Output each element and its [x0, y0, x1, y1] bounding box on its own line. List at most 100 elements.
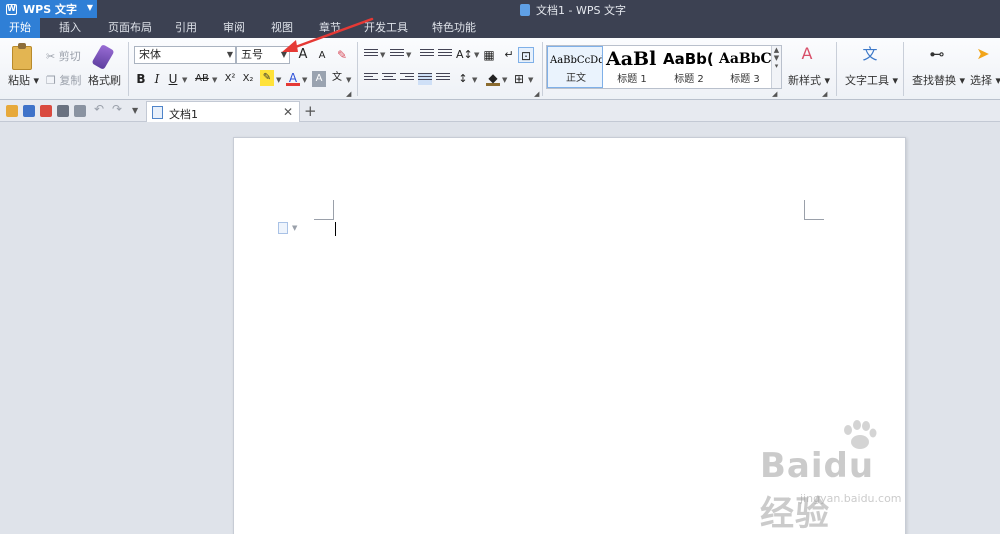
chevron-down-icon: ▼ [86, 3, 93, 12]
chevron-down-icon[interactable]: ▼ [502, 76, 507, 84]
document-icon [152, 106, 163, 119]
tab-developer[interactable]: 开发工具 [358, 18, 414, 38]
font-color-button[interactable]: A [286, 70, 300, 86]
table-grid-icon[interactable]: ▦ [482, 47, 496, 63]
decrease-indent-icon[interactable] [420, 49, 434, 61]
font-size-select[interactable]: 五号 ▼ [236, 46, 290, 64]
char-shading-button[interactable]: A [312, 71, 326, 87]
chevron-down-icon[interactable]: ▼ [212, 76, 217, 84]
cut-button[interactable]: ✂ 剪切 [46, 48, 81, 64]
borders-icon[interactable]: ⊞ [512, 71, 526, 87]
tab-special-features[interactable]: 特色功能 [424, 18, 484, 38]
chevron-down-icon[interactable]: ▼ [380, 51, 385, 59]
strikethrough-button[interactable]: AB [192, 71, 212, 87]
quick-access-bar: ↶ ↷ ▼ 文档1 ✕ + [0, 100, 1000, 122]
cursor-icon[interactable]: ➤ [976, 46, 990, 62]
menu-bar: 开始 插入 页面布局 引用 审阅 视图 章节 开发工具 特色功能 [0, 18, 1000, 38]
chevron-down-icon[interactable]: ▼ [474, 51, 479, 59]
format-painter-icon[interactable] [91, 43, 115, 71]
text-tools-button[interactable]: 文字工具 ▾ [845, 72, 898, 88]
show-marks-icon[interactable]: ↵ [502, 47, 516, 63]
document-tab[interactable]: 文档1 ✕ [146, 101, 300, 122]
grow-font-button[interactable]: A [296, 47, 310, 63]
separator [542, 42, 543, 96]
style-heading-2[interactable]: AaBb( 标题 2 [661, 46, 717, 88]
binoculars-icon[interactable]: ⊷ [928, 46, 946, 62]
save-icon[interactable] [23, 105, 35, 117]
tab-chapter[interactable]: 章节 [310, 18, 350, 38]
print-icon[interactable] [57, 105, 69, 117]
dialog-launcher-icon[interactable]: ◢ [822, 90, 827, 98]
close-icon[interactable]: ✕ [283, 105, 293, 119]
distribute-icon[interactable] [436, 73, 450, 85]
text-tools-icon[interactable]: 文 [860, 46, 880, 62]
line-spacing-icon[interactable]: ↕ [456, 71, 470, 87]
ribbon: 粘贴 ▾ ✂ 剪切 ❐ 复制 格式刷 宋体 ▼ 五号 ▼ A A ✎ B I U ▼… [0, 38, 1000, 100]
export-pdf-icon[interactable] [40, 105, 52, 117]
tab-view[interactable]: 视图 [262, 18, 302, 38]
bold-button[interactable]: B [134, 71, 148, 87]
chevron-down-icon[interactable]: ▼ [406, 51, 411, 59]
select-button[interactable]: 选择 ▾ [970, 72, 1000, 88]
dialog-launcher-icon[interactable]: ◢ [534, 90, 539, 98]
tab-review[interactable]: 审阅 [214, 18, 254, 38]
clear-format-icon[interactable]: ✎ [334, 47, 350, 63]
dialog-launcher-icon[interactable]: ◢ [346, 90, 351, 98]
redo-icon[interactable]: ↷ [112, 102, 124, 116]
italic-button[interactable]: I [150, 71, 164, 87]
chevron-down-icon[interactable]: ▼ [276, 76, 281, 84]
chevron-down-icon[interactable]: ▼ [472, 76, 477, 84]
justify-icon[interactable] [418, 73, 432, 85]
customize-toolbar-icon[interactable]: ▼ [132, 106, 144, 118]
chevron-down-icon[interactable]: ▼ [528, 76, 533, 84]
style-normal[interactable]: AaBbCcDd 正文 [547, 46, 603, 88]
paste-button[interactable]: 粘贴 ▾ [8, 72, 39, 88]
subscript-button[interactable]: X₂ [240, 71, 256, 87]
paragraph-layout-icon[interactable] [278, 222, 288, 234]
find-replace-button[interactable]: 查找替换 ▾ [912, 72, 965, 88]
app-name: WPS 文字 [23, 3, 77, 16]
align-center-icon[interactable] [382, 73, 396, 85]
gallery-scroll[interactable]: ▲ ▼ ▾ [771, 46, 781, 88]
chevron-down-icon[interactable]: ▼ [292, 224, 297, 232]
tab-insert[interactable]: 插入 [50, 18, 90, 38]
print-preview-icon[interactable] [74, 105, 86, 117]
new-tab-button[interactable]: + [304, 102, 317, 120]
chevron-down-icon[interactable]: ▼ [302, 76, 307, 84]
style-heading-3[interactable]: AaBbC 标题 3 [717, 46, 773, 88]
styles-gallery[interactable]: AaBbCcDd 正文 AaBl 标题 1 AaBb( 标题 2 AaBbC 标… [546, 45, 782, 89]
app-menu-button[interactable]: W WPS 文字 ▼ [0, 0, 97, 18]
window-title: 文档1 - WPS 文字 [520, 2, 626, 18]
new-style-icon[interactable]: A [796, 46, 818, 62]
open-icon[interactable] [6, 105, 18, 117]
underline-button[interactable]: U [166, 71, 180, 87]
highlight-icon[interactable]: ✎ [260, 70, 274, 86]
superscript-button[interactable]: X² [222, 71, 238, 87]
bullet-list-icon[interactable] [364, 49, 378, 61]
copy-button[interactable]: ❐ 复制 [46, 72, 81, 88]
shading-icon[interactable]: ◆ [486, 70, 500, 86]
undo-icon[interactable]: ↶ [94, 102, 106, 116]
align-left-icon[interactable] [364, 73, 378, 85]
style-heading-1[interactable]: AaBl 标题 1 [604, 46, 660, 88]
increase-indent-icon[interactable] [438, 49, 452, 61]
shrink-font-button[interactable]: A [316, 48, 328, 64]
separator [903, 42, 904, 96]
margin-corner-top-right [804, 200, 824, 220]
font-family-select[interactable]: 宋体 ▼ [134, 46, 236, 64]
chevron-down-icon: ▼ [226, 50, 233, 59]
paste-icon[interactable] [12, 43, 32, 70]
new-style-button[interactable]: 新样式 ▾ [788, 72, 830, 88]
align-right-icon[interactable] [400, 73, 414, 85]
format-painter-button[interactable]: 格式刷 [88, 72, 121, 88]
chevron-down-icon[interactable]: ▼ [182, 76, 187, 84]
numbered-list-icon[interactable] [390, 49, 404, 61]
tab-home[interactable]: 开始 [0, 18, 40, 38]
sort-icon[interactable]: A↕ [456, 47, 473, 63]
select-frame-icon[interactable]: ⊡ [518, 47, 534, 63]
tab-page-layout[interactable]: 页面布局 [102, 18, 158, 38]
dialog-launcher-icon[interactable]: ◢ [772, 90, 777, 98]
tab-references[interactable]: 引用 [166, 18, 206, 38]
phonetic-guide-button[interactable]: 文 [330, 70, 344, 86]
chevron-down-icon[interactable]: ▼ [346, 76, 351, 84]
